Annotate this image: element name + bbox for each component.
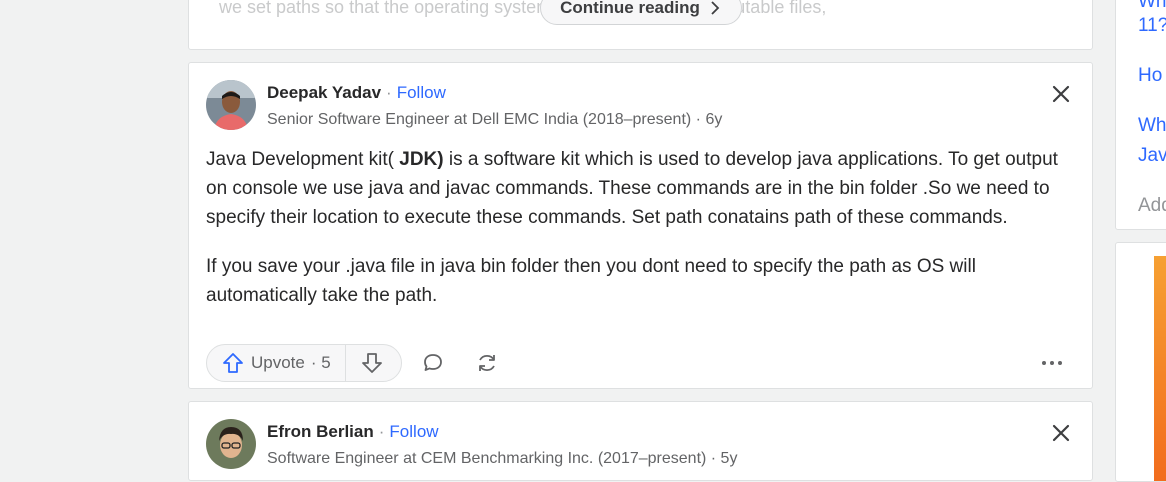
previous-answer-card: we set paths so that the operating syste…	[188, 0, 1093, 50]
author-line: Efron Berlian · Follow	[267, 422, 439, 442]
author-name[interactable]: Deepak Yadav	[267, 83, 381, 103]
continue-reading-label: Continue reading	[560, 0, 700, 17]
ad-panel	[1115, 242, 1166, 482]
author-credential: Software Engineer at CEM Benchmarking In…	[267, 450, 738, 467]
related-question-link[interactable]: Wh	[1138, 115, 1166, 137]
separator-dot: ·	[386, 83, 392, 102]
add-question-link[interactable]: Add	[1138, 195, 1166, 217]
more-options-icon[interactable]	[1040, 351, 1064, 375]
answer-card: Deepak Yadav · Follow Senior Software En…	[188, 62, 1093, 389]
related-question-link[interactable]: Jav	[1138, 145, 1166, 167]
related-question-link[interactable]: Ho	[1138, 65, 1162, 87]
answer-paragraph: Java Development kit( JDK) is a software…	[206, 145, 1076, 232]
related-questions-panel: Wh 11? Ho Wh Jav Add	[1115, 0, 1166, 230]
avatar[interactable]	[206, 419, 256, 469]
arrow-down-icon	[361, 353, 382, 373]
author-line: Deepak Yadav · Follow	[267, 83, 446, 103]
next-answer-card: Efron Berlian · Follow Software Engineer…	[188, 401, 1093, 481]
upvote-label: Upvote	[251, 353, 305, 372]
author-name[interactable]: Efron Berlian	[267, 422, 374, 442]
vote-group: Upvote · 5	[206, 344, 402, 382]
separator-dot: ·	[378, 422, 385, 441]
answer-body: Java Development kit( JDK) is a software…	[206, 145, 1076, 330]
answer-text: Java Development kit(	[206, 149, 400, 170]
answer-actions: Upvote · 5	[206, 344, 1076, 384]
downvote-button[interactable]	[346, 345, 398, 381]
upvote-count: · 5	[310, 353, 331, 372]
answer-paragraph: If you save your .java file in java bin …	[206, 256, 976, 306]
comment-icon[interactable]	[421, 351, 445, 375]
related-question-link[interactable]: 11?	[1138, 15, 1166, 37]
answer-bold-text: JDK)	[399, 149, 444, 170]
follow-link[interactable]: Follow	[397, 83, 446, 103]
chevron-right-icon	[711, 1, 720, 15]
continue-reading-button[interactable]: Continue reading	[540, 0, 742, 25]
close-icon[interactable]	[1050, 422, 1072, 444]
ad-image[interactable]	[1154, 256, 1166, 481]
follow-link[interactable]: Follow	[389, 422, 438, 442]
arrow-up-icon	[223, 353, 243, 373]
avatar[interactable]	[206, 80, 256, 130]
close-icon[interactable]	[1050, 83, 1072, 105]
share-reload-icon[interactable]	[475, 351, 499, 375]
upvote-button[interactable]: Upvote · 5	[207, 345, 346, 381]
related-question-link[interactable]: Wh	[1138, 0, 1166, 13]
author-credential: Senior Software Engineer at Dell EMC Ind…	[267, 111, 723, 128]
